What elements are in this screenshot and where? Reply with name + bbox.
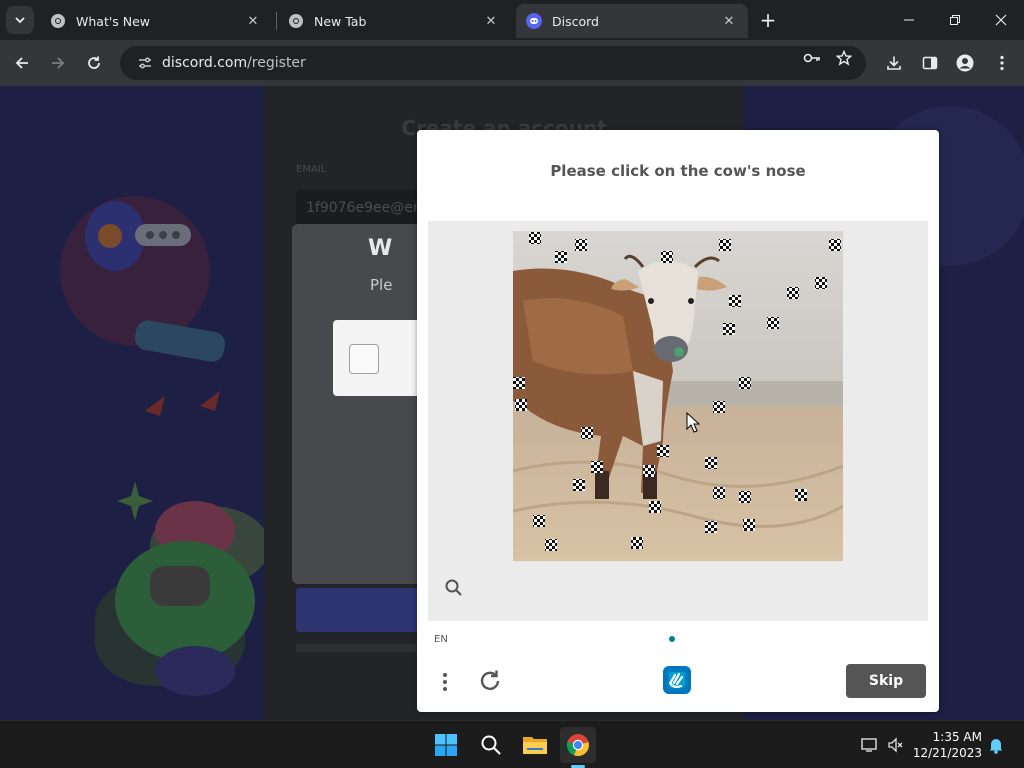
close-icon (995, 14, 1007, 26)
verification-heading: W (368, 236, 393, 261)
magnifier-icon (445, 579, 462, 596)
challenge-progress-dot (669, 636, 675, 642)
tab-new-tab[interactable]: New Tab ✕ (278, 4, 510, 38)
url-host: discord.com (162, 55, 248, 71)
windows-taskbar: 1:35 AM 12/21/2023 (0, 720, 1024, 768)
url-text: discord.com/register (162, 55, 306, 71)
more-vert-icon (443, 679, 447, 684)
profile-icon (956, 54, 974, 72)
email-label: EMAIL (296, 164, 327, 175)
close-tab-icon[interactable]: ✕ (244, 12, 262, 30)
arrow-right-icon (52, 57, 65, 69)
chrome-favicon-icon (289, 14, 303, 28)
close-tab-icon[interactable]: ✕ (482, 12, 500, 30)
illustration-creature (115, 481, 255, 696)
captcha-menu-button[interactable] (437, 668, 453, 696)
bookmark-star-icon[interactable] (834, 48, 854, 68)
refresh-challenge-button[interactable] (477, 668, 503, 694)
chevron-down-icon (15, 17, 25, 24)
clock-date: 12/21/2023 (912, 746, 982, 760)
reload-button[interactable] (80, 49, 108, 77)
more-vert-icon (443, 687, 447, 692)
folder-icon (523, 737, 547, 754)
side-panel-icon (922, 56, 938, 70)
more-vert-icon (443, 672, 447, 677)
hcaptcha-logo-icon[interactable] (660, 663, 694, 697)
network-icon[interactable] (860, 735, 880, 755)
more-vert-icon (1000, 55, 1004, 71)
hcaptcha-checkbox[interactable] (349, 344, 379, 374)
chrome-menu-button[interactable] (988, 49, 1016, 77)
verification-subtitle: Ple (370, 276, 393, 294)
chrome-icon (566, 734, 589, 757)
minimize-icon (904, 19, 914, 21)
discord-favicon-icon (526, 13, 542, 29)
tab-whats-new[interactable]: What's New ✕ (40, 4, 272, 38)
captcha-prompt: Please click on the cow's nose (550, 162, 806, 180)
arrow-left-icon (15, 57, 28, 69)
side-panel-button[interactable] (916, 49, 944, 77)
password-key-icon[interactable] (802, 48, 822, 68)
captcha-challenge: Please click on the cow's nose EN Skip (417, 130, 939, 712)
tab-strip: What's New ✕ New Tab ✕ Discord ✕ + (0, 0, 1024, 40)
reload-icon (88, 56, 100, 69)
new-tab-button[interactable]: + (756, 8, 780, 32)
address-bar[interactable]: discord.com/register (120, 46, 866, 80)
illustration-person (85, 201, 226, 416)
terms-text (296, 644, 426, 652)
language-selector[interactable]: EN (434, 634, 448, 645)
forward-button[interactable] (44, 49, 72, 77)
tab-title: Discord (552, 13, 599, 29)
refresh-icon (480, 670, 500, 690)
tab-separator (276, 12, 277, 30)
taskbar-search-button[interactable] (473, 727, 509, 763)
cow-image (513, 231, 843, 561)
zoom-button[interactable] (444, 578, 466, 600)
captcha-image-area (428, 221, 928, 621)
skip-button[interactable]: Skip (846, 664, 926, 698)
notification-bell-icon[interactable] (986, 735, 1006, 755)
chrome-taskbar-button[interactable] (560, 727, 596, 763)
tab-discord[interactable]: Discord ✕ (516, 4, 748, 38)
close-window-button[interactable] (987, 8, 1015, 32)
minimize-button[interactable] (895, 8, 923, 32)
system-clock[interactable]: 1:35 AM 12/21/2023 (912, 729, 982, 761)
browser-toolbar: discord.com/register (0, 40, 1024, 86)
captcha-task-image[interactable] (513, 231, 843, 561)
volume-muted-icon[interactable] (886, 735, 906, 755)
start-button[interactable] (428, 727, 464, 763)
profile-button[interactable] (951, 49, 979, 77)
restore-button[interactable] (941, 8, 969, 32)
search-icon (481, 735, 501, 755)
download-icon (887, 56, 901, 70)
clock-time: 1:35 AM (932, 730, 982, 744)
downloads-button[interactable] (880, 49, 908, 77)
back-button[interactable] (8, 49, 36, 77)
tab-title: What's New (76, 13, 151, 29)
url-path: /register (247, 55, 306, 71)
close-tab-icon[interactable]: ✕ (720, 12, 738, 30)
windows-logo-icon (435, 734, 457, 756)
chrome-favicon-icon (51, 14, 65, 28)
site-info-icon[interactable] (130, 55, 160, 71)
tab-title: New Tab (314, 13, 367, 29)
tab-search-button[interactable] (6, 6, 34, 34)
file-explorer-button[interactable] (517, 727, 553, 763)
restore-icon (950, 15, 960, 25)
